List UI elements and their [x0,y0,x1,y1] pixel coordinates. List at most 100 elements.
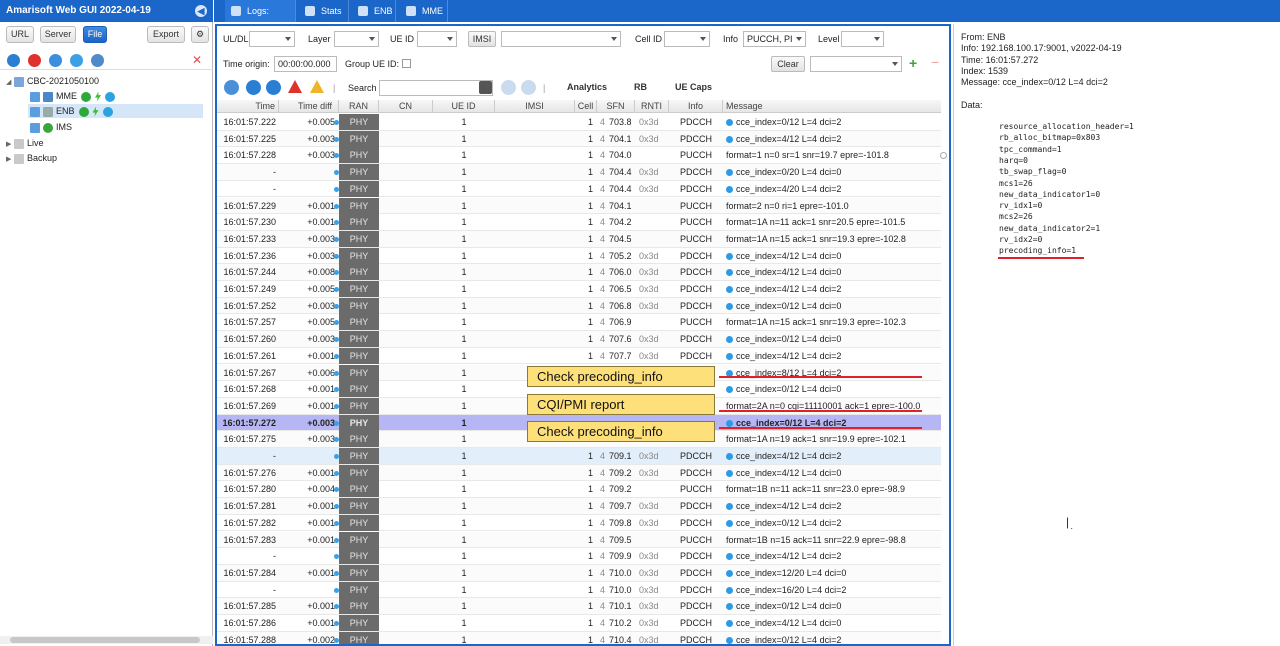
remove-icon[interactable]: − [931,54,939,70]
settings-button[interactable]: ⚙ [191,26,209,43]
tab-file[interactable]: File [83,26,107,43]
info-icon[interactable] [726,119,733,127]
table-row[interactable]: 16:01:57.252 +0.003 PHY 1 1 4 706.8 0x3d PDCCH cc… [217,297,941,315]
info-icon[interactable] [726,169,733,177]
tab-url[interactable]: URL [6,26,34,43]
info-icon[interactable] [726,553,733,561]
table-row[interactable]: 16:01:57.228 +0.003 PHY 1 1 4 704.0 PUCCH format… [217,147,941,165]
cellid-select[interactable] [664,31,710,47]
tree-item-ims[interactable]: IMS [30,120,72,134]
info-icon[interactable] [726,469,733,477]
table-row[interactable]: 16:01:57.280 +0.004 PHY 1 1 4 709.2 PUCCH format… [217,481,941,499]
info-icon[interactable] [726,352,733,360]
collapse-panel-icon[interactable]: ◀ [195,5,207,17]
info-icon[interactable] [726,419,733,427]
col-imsi[interactable]: IMSI [495,100,575,113]
table-row[interactable]: 16:01:57.244 +0.008 PHY 1 1 4 706.0 0x3d PDCCH cc… [217,264,941,281]
table-row[interactable]: - PHY 1 1 4 709.9 0x3d PDCCH cce_index=4/12 L=4 … [217,548,941,565]
info-icon[interactable] [726,386,733,394]
info-icon[interactable] [726,636,733,644]
warning-icon[interactable] [310,80,324,93]
arrow-right-icon[interactable] [266,80,281,95]
tab-enb[interactable]: ENB [352,0,396,22]
table-row[interactable]: 16:01:57.222 +0.005 PHY 1 1 4 703.8 0x3d PDCCH cc… [217,114,941,131]
uldl-select[interactable] [249,31,295,47]
ueid-select[interactable] [417,31,457,47]
table-row[interactable]: - PHY 1 1 4 709.1 0x3d PDCCH cce_index=4/12 L=4 … [217,448,941,465]
info-icon[interactable] [726,586,733,594]
table-row[interactable]: 16:01:57.229 +0.001 PHY 1 1 4 704.1 PUCCH format… [217,197,941,215]
tree-item-cbc[interactable]: ◢ CBC-2021050100 [6,74,99,88]
info-icon[interactable] [726,302,733,310]
col-rnti[interactable]: RNTI [635,100,669,113]
tab-server[interactable]: Server [40,26,76,43]
group-ueid-checkbox[interactable] [402,59,411,68]
info-icon[interactable] [726,135,733,143]
col-cn[interactable]: CN [379,100,433,113]
table-row[interactable]: - PHY 1 1 4 710.0 0x3d PDCCH cce_index=16/20 L=4… [217,581,941,599]
level-select[interactable] [841,31,884,47]
connect-icon[interactable] [7,54,20,67]
table-row[interactable]: 16:01:57.276 +0.001 PHY 1 1 4 709.2 0x3d PDCCH cc… [217,464,941,482]
grid-scrollbar[interactable] [939,100,947,644]
col-sfn[interactable]: SFN [597,100,635,113]
table-row[interactable]: 16:01:57.286 +0.001 PHY 1 1 4 710.2 0x3d PDCCH cc… [217,615,941,632]
table-row[interactable]: 16:01:57.283 +0.001 PHY 1 1 4 709.5 PUCCH format… [217,531,941,549]
imsi-select[interactable] [501,31,621,47]
col-ueid[interactable]: UE ID [433,100,495,113]
refresh-icon[interactable] [49,54,62,67]
info-icon[interactable] [726,286,733,294]
tab-mme[interactable]: MME [400,0,448,22]
info-icon[interactable] [726,570,733,578]
table-row[interactable]: 16:01:57.230 +0.001 PHY 1 1 4 704.2 PUCCH format… [217,214,941,231]
search-input[interactable] [379,80,493,96]
table-row[interactable]: 16:01:57.225 +0.003 PHY 1 1 4 704.1 0x3d PDCCH cc… [217,130,941,148]
info-icon[interactable] [726,519,733,527]
scroll-handle[interactable] [940,152,947,159]
table-row[interactable]: 16:01:57.261 +0.001 PHY 1 1 4 707.7 0x3d PDCCH cc… [217,347,941,365]
col-info[interactable]: Info [669,100,723,113]
col-message[interactable]: Message [723,100,941,113]
tab-logs[interactable]: Logs: 18059 [225,0,296,38]
error-icon[interactable] [288,80,302,93]
info-icon[interactable] [726,269,733,277]
time-origin-input[interactable]: 00:00:00.000 [274,56,337,72]
info-icon[interactable] [726,603,733,611]
info-icon[interactable] [726,620,733,628]
left-scrollbar[interactable] [0,636,213,644]
config-icon[interactable] [91,54,104,67]
table-row[interactable]: 16:01:57.233 +0.003 PHY 1 1 4 704.5 PUCCH format… [217,230,941,248]
info-icon[interactable] [726,503,733,511]
next-match-icon[interactable] [521,80,536,95]
clock-icon[interactable] [224,80,239,95]
tree-item-mme[interactable]: MME [30,89,115,103]
col-timediff[interactable]: Time diff [279,100,339,113]
preset-select[interactable] [810,56,902,72]
scroll-thumb[interactable] [10,637,200,643]
table-row[interactable]: 16:01:57.236 +0.003 PHY 1 1 4 705.2 0x3d PDCCH cc… [217,247,941,265]
rb-button[interactable]: RB [620,80,654,96]
binoculars-icon[interactable] [479,81,492,94]
tree-item-enb[interactable]: ENB [28,104,203,118]
play-icon[interactable] [105,91,115,102]
table-row[interactable]: 16:01:57.284 +0.001 PHY 1 1 4 710.0 0x3d PDCCH cc… [217,564,941,582]
table-row[interactable]: 16:01:57.249 +0.005 PHY 1 1 4 706.5 0x3d PDCCH cc… [217,281,941,298]
prev-match-icon[interactable] [501,80,516,95]
arrow-left-icon[interactable] [246,80,261,95]
info-select[interactable]: PUCCH, PI [743,31,806,47]
tab-stats[interactable]: Stats [299,0,349,22]
close-icon[interactable]: ✕ [192,54,205,67]
add-icon[interactable]: + [909,55,917,71]
tree-item-backup[interactable]: ▶ Backup [6,151,57,165]
stop-icon[interactable] [28,54,41,67]
pause-icon[interactable] [70,54,83,67]
col-cell[interactable]: Cell [575,100,597,113]
info-icon[interactable] [726,453,733,461]
export-button[interactable]: Export [147,26,185,43]
info-icon[interactable] [726,336,733,344]
table-row[interactable]: - PHY 1 1 4 704.4 0x3d PDCCH cce_index=4/20 L=4 … [217,180,941,198]
table-row[interactable]: 16:01:57.282 +0.001 PHY 1 1 4 709.8 0x3d PDCCH cc… [217,514,941,532]
uecaps-button[interactable]: UE Caps [661,80,713,96]
analytics-button[interactable]: Analytics [555,80,612,96]
table-row[interactable]: 16:01:57.288 +0.002 PHY 1 1 4 710.4 0x3d PDCCH cc… [217,631,941,644]
